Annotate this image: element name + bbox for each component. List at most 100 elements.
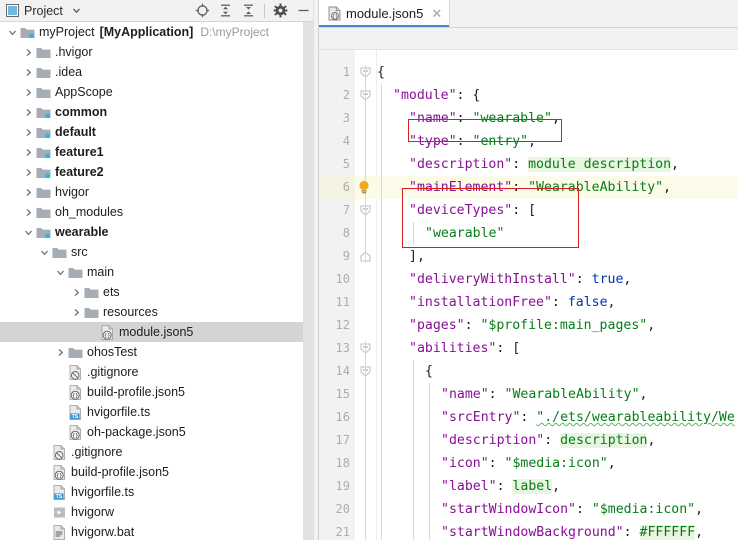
tree-node[interactable]: main	[0, 262, 303, 282]
tree-node[interactable]: feature2	[0, 162, 303, 182]
code-line[interactable]: "description": module description,	[409, 153, 679, 176]
code-line[interactable]: "installationFree": false,	[409, 291, 615, 314]
tree-node-label: build-profile.json5	[71, 465, 169, 479]
tree-node[interactable]: resources	[0, 302, 303, 322]
tree-node[interactable]: oh_modules	[0, 202, 303, 222]
code-token: : [	[512, 203, 537, 218]
tree-node[interactable]: wearable	[0, 222, 303, 242]
json5-file-icon: {}	[51, 462, 68, 482]
module-folder-icon	[35, 102, 52, 122]
code-line[interactable]: "label": label,	[441, 475, 560, 498]
project-file-tree[interactable]: myProject [MyApplication] D:\myProject .hv…	[0, 22, 303, 540]
chevron-down-icon[interactable]	[38, 242, 51, 262]
code-line[interactable]: "startWindowIcon": "$media:icon",	[441, 498, 703, 521]
svg-text:TS: TS	[72, 414, 79, 420]
code-line[interactable]: ],	[409, 245, 425, 268]
chevron-right-icon[interactable]	[22, 82, 35, 102]
code-text[interactable]: {"module": {"name": "wearable", "type": "…	[377, 50, 738, 540]
chevron-right-icon[interactable]	[22, 122, 35, 142]
tree-node[interactable]: hvigor	[0, 182, 303, 202]
tree-node[interactable]: feature1	[0, 142, 303, 162]
chevron-down-icon[interactable]	[6, 22, 19, 42]
tree-node-app-name: [MyApplication]	[99, 25, 194, 39]
code-line[interactable]: "description": description,	[441, 429, 655, 452]
tree-node-label: common	[55, 105, 108, 119]
tree-node[interactable]: AppScope	[0, 82, 303, 102]
tree-node[interactable]: common	[0, 102, 303, 122]
fold-connector	[365, 65, 366, 263]
code-token: {	[425, 364, 433, 379]
line-number: 4	[342, 134, 350, 148]
tree-node[interactable]: {} build-profile.json5	[0, 462, 303, 482]
code-token: "pages"	[409, 318, 465, 333]
chevron-right-icon[interactable]	[22, 42, 35, 62]
chevron-right-icon[interactable]	[22, 202, 35, 222]
chevron-down-icon[interactable]	[72, 6, 81, 15]
code-line[interactable]: "abilities": [	[409, 337, 520, 360]
code-line[interactable]: "srcEntry": "./ets/wearableability/We	[441, 406, 735, 429]
chevron-right-icon[interactable]	[22, 182, 35, 202]
chevron-right-icon[interactable]	[54, 342, 67, 362]
tree-node[interactable]: src	[0, 242, 303, 262]
tree-node[interactable]: hvigorw	[0, 502, 303, 522]
chevron-right-icon[interactable]	[70, 282, 83, 302]
code-line[interactable]: "startWindowBackground": #FFFFFF,	[441, 521, 703, 540]
code-token: #FFFFFF	[639, 525, 696, 540]
project-panel-toolbar	[192, 1, 314, 21]
tree-node[interactable]: .gitignore	[0, 442, 303, 462]
tree-node[interactable]: default	[0, 122, 303, 142]
code-token: "icon"	[441, 456, 489, 471]
chevron-right-icon[interactable]	[22, 162, 35, 182]
code-token: "startWindowBackground"	[441, 525, 624, 540]
tree-node-selected[interactable]: {} module.json5	[0, 322, 303, 342]
tree-node[interactable]: ohosTest	[0, 342, 303, 362]
code-line[interactable]: "deviceTypes": [	[409, 199, 536, 222]
code-line[interactable]: {	[425, 360, 433, 383]
tree-node[interactable]: .gitignore	[0, 362, 303, 382]
close-icon[interactable]: ✕	[431, 7, 442, 20]
line-number: 6	[342, 180, 350, 194]
module-folder-icon	[35, 142, 52, 162]
chevron-right-icon[interactable]	[22, 62, 35, 82]
locate-icon[interactable]	[192, 1, 213, 21]
chevron-down-icon[interactable]	[54, 262, 67, 282]
code-line[interactable]: "name": "WearableAbility",	[441, 383, 647, 406]
code-token: "type"	[409, 134, 457, 149]
chevron-right-icon[interactable]	[22, 102, 35, 122]
code-line[interactable]: "type": "entry",	[409, 130, 536, 153]
tree-node[interactable]: hvigorw.bat	[0, 522, 303, 540]
code-line[interactable]: "name": "wearable",	[409, 107, 560, 130]
tree-node[interactable]: TS hvigorfile.ts	[0, 482, 303, 502]
tree-node[interactable]: ets	[0, 282, 303, 302]
code-line[interactable]: "module": {	[393, 84, 480, 107]
tree-node[interactable]: .idea	[0, 62, 303, 82]
code-line[interactable]: "wearable"	[425, 222, 504, 245]
intention-bulb-icon[interactable]	[358, 180, 370, 195]
hide-panel-icon[interactable]	[293, 1, 314, 21]
code-token: "entry"	[472, 134, 529, 149]
svg-text:{}: {}	[72, 393, 79, 399]
code-token: :	[456, 134, 473, 149]
tree-node[interactable]: TS hvigorfile.ts	[0, 402, 303, 422]
tree-node-spacer	[38, 522, 51, 540]
chevron-down-icon[interactable]	[22, 222, 35, 242]
code-line[interactable]: "pages": "$profile:main_pages",	[409, 314, 655, 337]
code-line[interactable]: "icon": "$media:icon",	[441, 452, 616, 475]
chevron-right-icon[interactable]	[22, 142, 35, 162]
tab-module-json5[interactable]: {} module.json5 ✕	[319, 0, 451, 27]
code-token: "abilities"	[409, 341, 497, 356]
collapse-all-icon[interactable]	[238, 1, 259, 21]
code-token: "$media:icon"	[591, 502, 696, 517]
code-editor[interactable]: 12345678910111213141516171819202122 {"mo…	[319, 50, 738, 540]
settings-gear-icon[interactable]	[270, 1, 291, 21]
code-line[interactable]: "deliveryWithInstall": true,	[409, 268, 631, 291]
chevron-right-icon[interactable]	[70, 302, 83, 322]
expand-all-icon[interactable]	[215, 1, 236, 21]
tree-node[interactable]: .hvigor	[0, 42, 303, 62]
tree-node[interactable]: myProject [MyApplication] D:\myProject	[0, 22, 303, 42]
tree-node[interactable]: {} build-profile.json5	[0, 382, 303, 402]
code-line[interactable]: "mainElement": "WearableAbility",	[409, 176, 671, 199]
project-panel-scrollbar[interactable]	[303, 22, 313, 540]
code-line[interactable]: {	[377, 61, 385, 84]
tree-node[interactable]: {} oh-package.json5	[0, 422, 303, 442]
